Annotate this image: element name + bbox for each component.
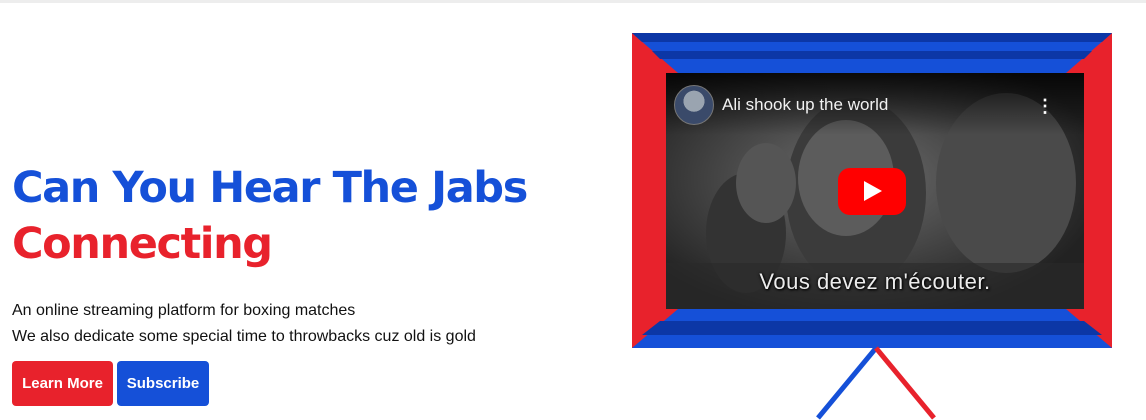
hero-actions: Learn More Subscribe: [12, 361, 209, 406]
kebab-menu-icon[interactable]: ⋮: [1036, 97, 1054, 115]
video-title[interactable]: Ali shook up the world: [722, 95, 888, 115]
hero-title: Can You Hear The Jabs Connecting: [12, 160, 612, 272]
subscribe-button[interactable]: Subscribe: [117, 361, 209, 406]
learn-more-button[interactable]: Learn More: [12, 361, 113, 406]
hero-description-2: We also dedicate some special time to th…: [12, 328, 476, 345]
video-caption: Vous devez m'écouter.: [759, 269, 991, 294]
channel-avatar[interactable]: [674, 85, 714, 125]
hero-title-line2: Connecting: [12, 219, 273, 269]
embedded-video-player[interactable]: Ali shook up the world ⋮ Vous devez m'éc…: [666, 73, 1084, 309]
youtube-play-icon[interactable]: [838, 168, 906, 215]
easel-legs: [816, 346, 936, 420]
top-divider: [0, 0, 1146, 3]
hero-title-line1: Can You Hear The Jabs: [12, 163, 528, 213]
hero-section: Can You Hear The Jabs Connecting An onli…: [12, 160, 612, 350]
hero-description-1: An online streaming platform for boxing …: [12, 302, 356, 319]
